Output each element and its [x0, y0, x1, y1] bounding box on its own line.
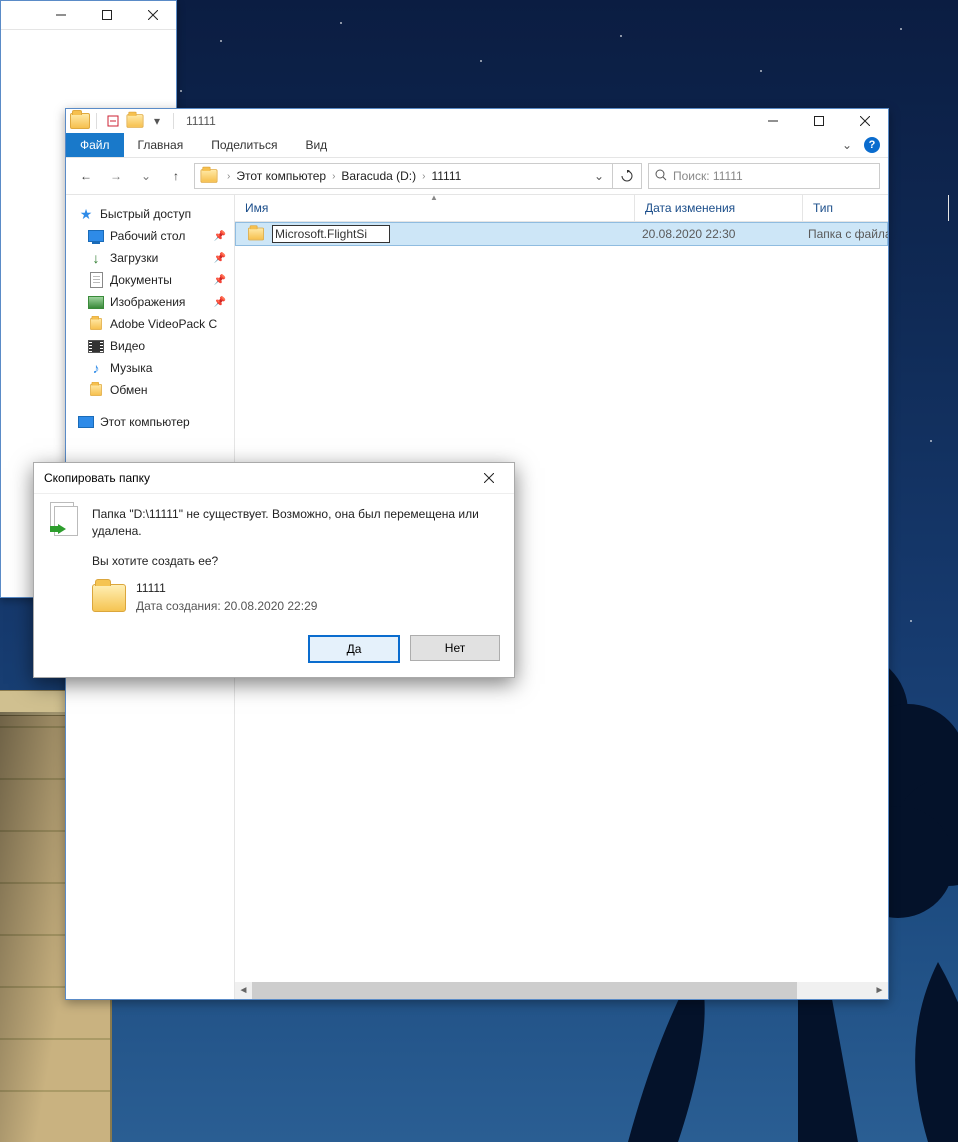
breadcrumb[interactable]: Этот компьютер	[232, 169, 330, 183]
window-title: 11111	[186, 114, 216, 128]
file-date: 20.08.2020 22:30	[632, 227, 798, 241]
documents-icon	[90, 272, 103, 288]
breadcrumb-bar[interactable]: › Этот компьютер › Baracuda (D:) › 11111…	[194, 163, 613, 189]
desktop: ▾ 11111 Файл Главная Поделиться Вид ⌄ ? …	[0, 0, 958, 1142]
pin-icon: 📌	[214, 231, 226, 242]
scroll-thumb[interactable]	[252, 982, 797, 999]
help-icon[interactable]: ?	[864, 137, 880, 153]
breadcrumb[interactable]: 11111	[427, 169, 465, 183]
dialog-question: Вы хотите создать ее?	[92, 553, 500, 570]
search-input[interactable]: Поиск: 11111	[648, 163, 880, 189]
qat-dropdown-icon[interactable]: ▾	[147, 111, 167, 131]
ribbon-expand-icon[interactable]: ⌄	[834, 133, 860, 157]
pin-icon: 📌	[214, 297, 226, 308]
close-button[interactable]	[842, 107, 888, 135]
rename-input[interactable]: Microsoft.FlightSi	[272, 225, 390, 243]
sidebar-item-adobe[interactable]: Adobe VideoPack C	[70, 313, 230, 335]
minimize-button[interactable]	[38, 1, 84, 29]
sidebar-item-quickaccess[interactable]: ★Быстрый доступ	[70, 203, 230, 225]
sidebar-item-documents[interactable]: Документы📌	[70, 269, 230, 291]
minimize-button[interactable]	[750, 107, 796, 135]
music-icon: ♪	[88, 360, 104, 376]
ribbon-tabs: Файл Главная Поделиться Вид ⌄ ?	[66, 133, 888, 158]
search-icon	[655, 169, 667, 184]
dialog-item-name: 11111	[136, 580, 317, 597]
pin-icon: 📌	[214, 253, 226, 264]
downloads-icon: ↓	[88, 250, 104, 266]
tab-home[interactable]: Главная	[124, 133, 198, 157]
column-date[interactable]: Дата изменения	[634, 195, 802, 221]
column-extra[interactable]	[948, 195, 958, 221]
scroll-left-button[interactable]: ◄	[235, 982, 252, 999]
pin-icon: 📌	[214, 275, 226, 286]
file-row[interactable]: Microsoft.FlightSi 20.08.2020 22:30 Папк…	[235, 222, 888, 246]
folder-icon	[90, 318, 102, 330]
maximize-button[interactable]	[796, 107, 842, 135]
dialog-titlebar[interactable]: Скопировать папку	[34, 463, 514, 494]
sidebar-item-desktop[interactable]: Рабочий стол📌	[70, 225, 230, 247]
tab-file[interactable]: Файл	[66, 133, 124, 157]
nav-back-button[interactable]: ←	[74, 164, 98, 188]
desktop-icon	[88, 230, 104, 242]
scroll-right-button[interactable]: ►	[871, 982, 888, 999]
tab-share[interactable]: Поделиться	[197, 133, 291, 157]
folder-icon	[201, 169, 218, 183]
copy-folder-dialog: Скопировать папку Папка "D:\11111" не су…	[33, 462, 515, 678]
copy-icon	[48, 506, 82, 619]
titlebar[interactable]: ▾ 11111	[66, 109, 888, 133]
refresh-button[interactable]	[613, 163, 642, 189]
breadcrumb[interactable]: Baracuda (D:)	[337, 169, 420, 183]
maximize-button[interactable]	[84, 1, 130, 29]
sidebar-item-exchange[interactable]: Обмен	[70, 379, 230, 401]
dialog-item-meta: Дата создания: 20.08.2020 22:29	[136, 598, 317, 615]
sidebar-item-thispc[interactable]: Этот компьютер	[70, 411, 230, 433]
column-name[interactable]: Имя▲	[235, 195, 634, 221]
horizontal-scrollbar[interactable]: ◄ ►	[235, 982, 888, 999]
no-button[interactable]: Нет	[410, 635, 500, 661]
close-button[interactable]	[474, 463, 504, 493]
nav-up-button[interactable]: ↑	[164, 164, 188, 188]
column-type[interactable]: Тип	[802, 195, 948, 221]
yes-button[interactable]: Да	[308, 635, 400, 663]
video-icon	[88, 340, 104, 353]
sidebar-item-music[interactable]: ♪Музыка	[70, 357, 230, 379]
close-button[interactable]	[130, 1, 176, 29]
qat-newfolder-icon[interactable]	[127, 114, 144, 128]
pictures-icon	[88, 296, 104, 309]
nav-forward-button[interactable]: →	[104, 164, 128, 188]
dialog-title: Скопировать папку	[44, 471, 150, 485]
star-icon: ★	[78, 206, 94, 222]
folder-icon	[70, 113, 90, 129]
column-headers[interactable]: Имя▲ Дата изменения Тип	[235, 195, 888, 222]
search-placeholder: Поиск: 11111	[673, 169, 743, 183]
qat-properties-icon[interactable]	[103, 111, 123, 131]
folder-icon	[248, 228, 264, 241]
file-type: Папка с файлами	[798, 227, 888, 241]
computer-icon	[78, 416, 94, 428]
sort-ascending-icon: ▲	[430, 193, 438, 202]
sidebar-item-downloads[interactable]: ↓Загрузки📌	[70, 247, 230, 269]
tab-view[interactable]: Вид	[291, 133, 341, 157]
sidebar-item-video[interactable]: Видео	[70, 335, 230, 357]
nav-recent-button[interactable]: ⌄	[134, 164, 158, 188]
sidebar-item-pictures[interactable]: Изображения📌	[70, 291, 230, 313]
refresh-icon	[621, 170, 633, 182]
dialog-message: Папка "D:\11111" не существует. Возможно…	[92, 506, 500, 541]
address-bar: ← → ⌄ ↑ › Этот компьютер › Baracuda (D:)…	[66, 158, 888, 195]
chevron-down-icon[interactable]: ⌄	[586, 169, 612, 183]
folder-icon	[92, 584, 126, 612]
folder-icon	[90, 384, 102, 396]
